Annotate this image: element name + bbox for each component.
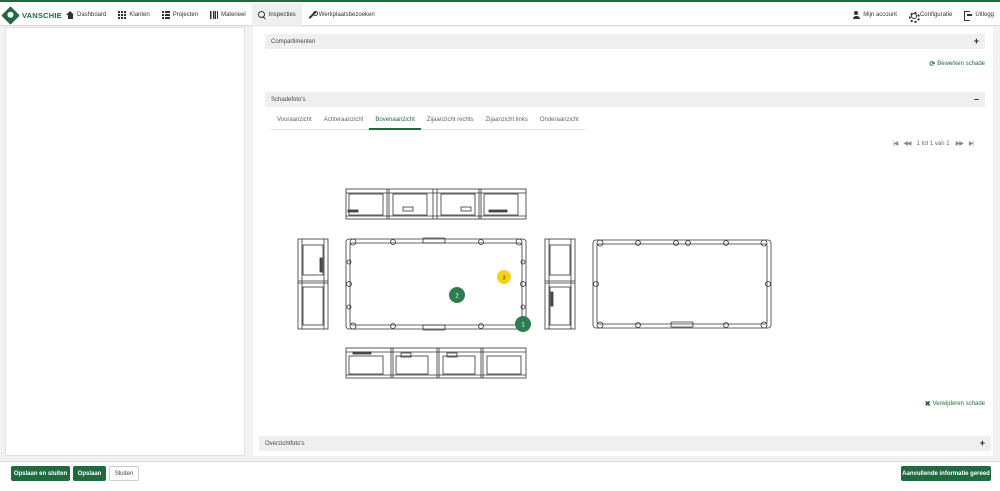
- damage-photos-header[interactable]: Schadefoto's –: [265, 92, 985, 107]
- tab-onderaanzicht[interactable]: Onderaanzicht: [534, 112, 585, 130]
- compartments-header[interactable]: Compartimenten +: [265, 34, 985, 49]
- top-elevation-drawing: [345, 188, 527, 220]
- nav-klanten[interactable]: Klanten: [112, 4, 155, 26]
- compartments-title: Compartimenten: [271, 38, 316, 45]
- damage-marker-1[interactable]: 1: [515, 316, 531, 332]
- pager: |◀ ◀◀ 1 tot 1 van 1 ▶▶ ▶|: [893, 140, 974, 148]
- user-icon: [852, 11, 860, 19]
- nav-materieel[interactable]: Materieel: [204, 4, 252, 26]
- remove-damage-label: Verwijderen schade: [932, 401, 985, 407]
- overview-photos-header[interactable]: Overzichtfoto's +: [259, 436, 991, 451]
- damage-marker-2[interactable]: 2: [449, 287, 465, 303]
- nav-dashboard-label: Dashboard: [77, 12, 107, 18]
- main-content: Compartimenten + ⟳ Bewerken schade Schad…: [253, 27, 993, 456]
- expand-icon[interactable]: +: [980, 439, 985, 448]
- nav-uitloggen[interactable]: Uitlogg: [958, 4, 1000, 26]
- gear-icon: [909, 11, 921, 23]
- left-end-drawing: [297, 238, 329, 330]
- damage-photos-title: Schadefoto's: [271, 96, 306, 103]
- bars-icon: [210, 11, 219, 19]
- logo-mark-icon: [1, 5, 20, 25]
- container-technical-drawing[interactable]: 1 2 3: [283, 162, 813, 392]
- footer-action-bar: Opslaan en sluiten Opslaan Sluiten Aanvu…: [0, 461, 1000, 491]
- nav-inspecties[interactable]: Inspecties: [251, 4, 302, 26]
- close-icon: ✖: [924, 401, 931, 408]
- remove-damage-link[interactable]: ✖ Verwijderen schade: [925, 400, 985, 408]
- nav-klanten-label: Klanten: [129, 12, 150, 18]
- nav-inspecties-label: Inspecties: [268, 12, 296, 18]
- overview-photos-title: Overzichtfoto's: [265, 440, 305, 447]
- top-plan-drawing: [345, 237, 527, 331]
- nav-werkplaatsbezoeken[interactable]: Werkplaatsbezoeken: [302, 4, 381, 26]
- last-page-icon[interactable]: ▶|: [969, 140, 974, 147]
- view-tabs: Vooraanzicht Achteraanzicht Bovenaanzich…: [271, 112, 585, 130]
- top-navigation-bar: VANSCHIE Dashboard Klanten Projecten Mat…: [0, 0, 1000, 26]
- sign-out-icon: [964, 11, 973, 21]
- tab-zijaanzicht-links[interactable]: Zijaanzicht links: [479, 112, 533, 130]
- bottom-plan-drawing: [592, 239, 772, 329]
- edit-damage-label: Bewerken schade: [937, 61, 985, 67]
- collapse-icon[interactable]: –: [974, 95, 979, 104]
- tab-achteraanzicht[interactable]: Achteraanzicht: [318, 112, 370, 130]
- pager-text: 1 tot 1 van 1: [916, 140, 950, 147]
- nav-uitloggen-label: Uitlogg: [975, 12, 994, 18]
- nav-dashboard[interactable]: Dashboard: [60, 4, 112, 26]
- right-end-drawing: [544, 238, 576, 330]
- damage-marker-3-label: 3: [502, 276, 505, 282]
- nav-mijn-account[interactable]: Mijn account: [846, 4, 903, 26]
- nav-werkplaatsbezoeken-label: Werkplaatsbezoeken: [318, 12, 375, 18]
- prev-page-icon[interactable]: ◀◀: [903, 140, 911, 147]
- nav-mijn-account-label: Mijn account: [863, 12, 897, 18]
- close-button[interactable]: Sluiten: [109, 466, 139, 481]
- user-nav: Mijn account Configuratie Uitlogg: [846, 4, 1000, 26]
- nav-configuratie[interactable]: Configuratie: [903, 4, 958, 26]
- nav-projecten[interactable]: Projecten: [156, 4, 204, 26]
- bottom-elevation-drawing: [345, 347, 527, 379]
- nav-materieel-label: Materieel: [221, 12, 246, 18]
- wrench-icon: [308, 11, 318, 19]
- grid-icon: [118, 11, 127, 19]
- vanschie-logo[interactable]: VANSCHIE: [1, 5, 62, 25]
- next-page-icon[interactable]: ▶▶: [956, 140, 964, 147]
- search-icon: [257, 11, 266, 19]
- save-and-close-button[interactable]: Opslaan en sluiten: [11, 466, 70, 481]
- tab-bovenaanzicht[interactable]: Bovenaanzicht: [369, 112, 421, 130]
- list-icon: [161, 11, 170, 19]
- damage-marker-3[interactable]: 3: [497, 270, 511, 284]
- tab-zijaanzicht-rechts[interactable]: Zijaanzicht rechts: [421, 112, 480, 130]
- nav-configuratie-label: Configuratie: [919, 12, 953, 18]
- left-panel: [5, 27, 245, 456]
- extra-info-ready-button[interactable]: Aanvullende informatie gereed: [901, 466, 991, 481]
- first-page-icon[interactable]: |◀: [893, 140, 898, 147]
- expand-icon[interactable]: +: [974, 37, 979, 46]
- refresh-icon: ⟳: [929, 61, 936, 68]
- edit-damage-link[interactable]: ⟳ Bewerken schade: [929, 60, 985, 68]
- save-button[interactable]: Opslaan: [73, 466, 106, 481]
- main-nav: Dashboard Klanten Projecten Materieel In…: [60, 4, 381, 26]
- nav-projecten-label: Projecten: [172, 12, 199, 18]
- logo-text: VANSCHIE: [22, 10, 62, 20]
- tab-vooraanzicht[interactable]: Vooraanzicht: [271, 112, 318, 130]
- home-icon: [66, 11, 74, 19]
